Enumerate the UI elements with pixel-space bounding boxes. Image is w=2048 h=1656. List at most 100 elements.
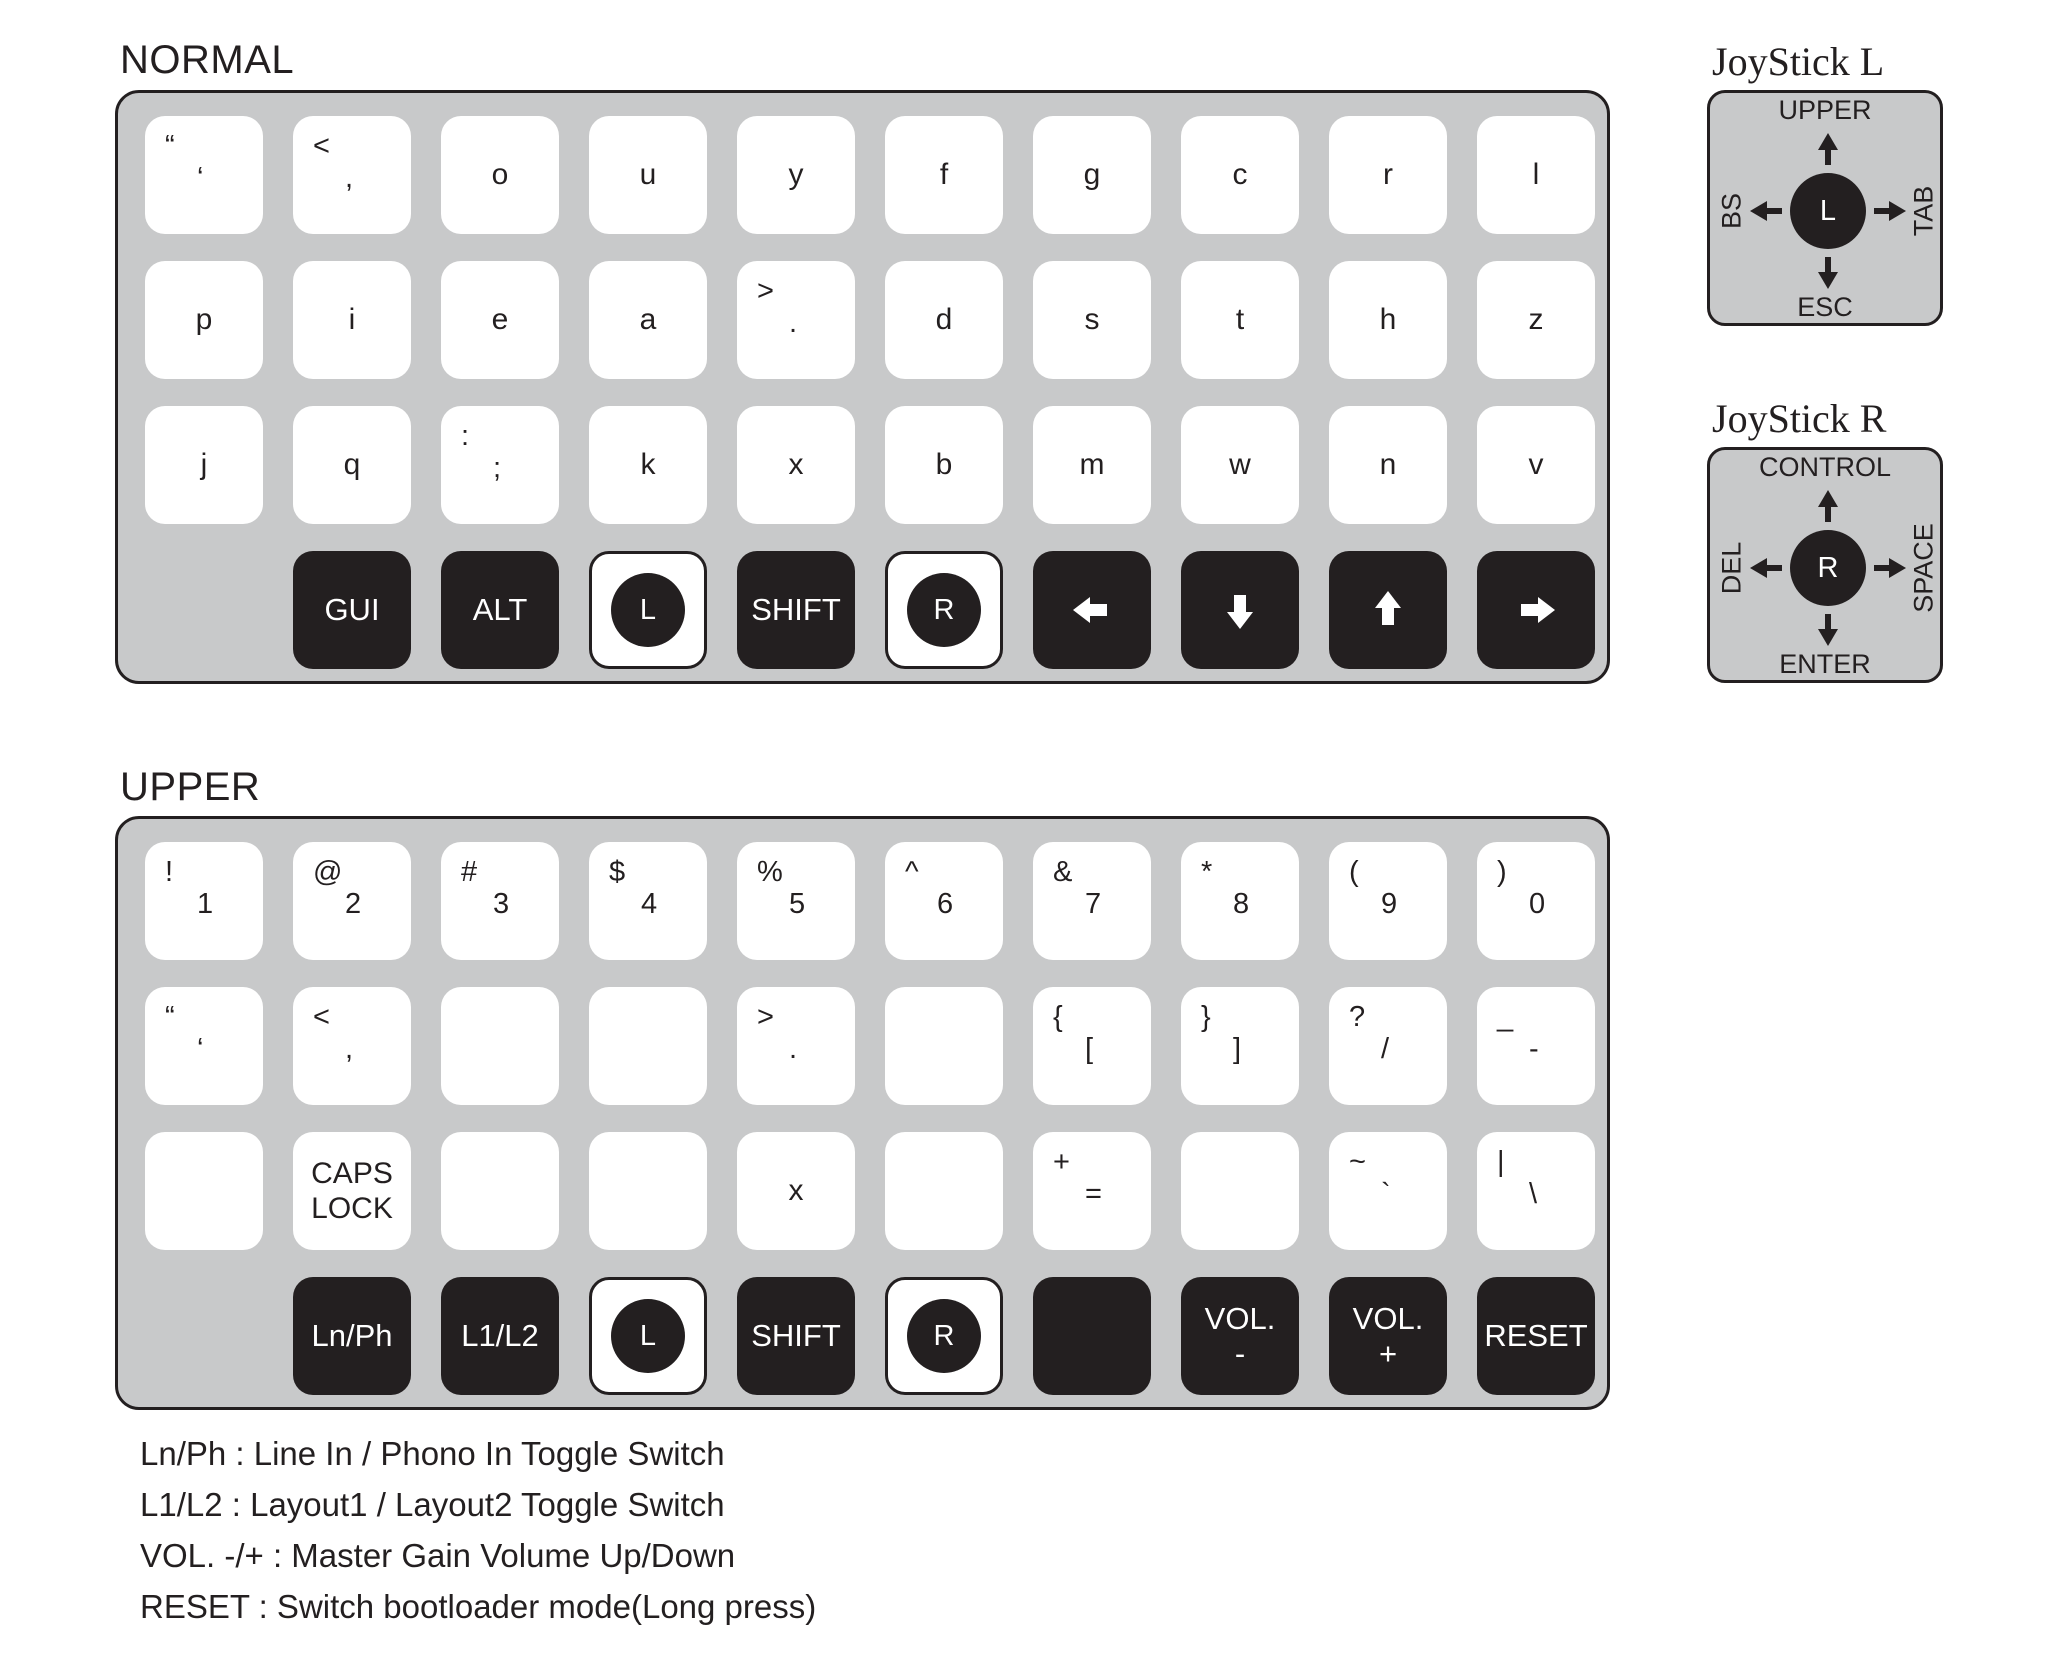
upper-key[interactable]: VOL. - xyxy=(1181,1277,1299,1395)
upper-key[interactable]: % 5 xyxy=(737,842,855,960)
key-label: t xyxy=(1235,303,1245,336)
key-base-symbol: ‘ xyxy=(197,1033,204,1065)
joystick-l-right-label: TAB xyxy=(1908,185,1939,237)
key-label: r xyxy=(1383,158,1393,191)
normal-key[interactable]: o xyxy=(441,116,559,234)
upper-key[interactable] xyxy=(589,987,707,1105)
key-shift-symbol: ? xyxy=(1349,1001,1366,1033)
normal-key[interactable]: y xyxy=(737,116,855,234)
upper-key[interactable] xyxy=(1181,1132,1299,1250)
normal-key[interactable]: e xyxy=(441,261,559,379)
upper-key[interactable]: >. xyxy=(737,987,855,1105)
normal-key[interactable]: GUI xyxy=(293,551,411,669)
key-label: j xyxy=(200,448,208,481)
upper-key[interactable] xyxy=(589,1132,707,1250)
upper-key[interactable]: (9 xyxy=(1329,842,1447,960)
joystick-r-key[interactable]: R xyxy=(885,551,1003,669)
upper-key[interactable]: * 8 xyxy=(1181,842,1299,960)
upper-key[interactable] xyxy=(441,1132,559,1250)
joystick-l-key[interactable]: L xyxy=(589,551,707,669)
upper-key[interactable]: ~ ` xyxy=(1329,1132,1447,1250)
normal-key[interactable]: c xyxy=(1181,116,1299,234)
upper-key[interactable]: ? / xyxy=(1329,987,1447,1105)
normal-key[interactable]: ALT xyxy=(441,551,559,669)
upper-key[interactable]: + = xyxy=(1033,1132,1151,1250)
key-label: w xyxy=(1229,448,1251,481)
upper-key[interactable]: & 7 xyxy=(1033,842,1151,960)
key-label: d xyxy=(935,303,953,336)
upper-key[interactable] xyxy=(1033,1277,1151,1395)
normal-layer-title: NORMAL xyxy=(120,38,295,82)
normal-key[interactable]: f xyxy=(885,116,1003,234)
normal-key[interactable]: j xyxy=(145,406,263,524)
normal-key[interactable]: :; xyxy=(441,406,559,524)
key-base-symbol: 0 xyxy=(1529,888,1546,920)
joystick-l-key[interactable]: L xyxy=(589,1277,707,1395)
joystick-r-key[interactable]: R xyxy=(885,1277,1003,1395)
key-label: g xyxy=(1083,158,1101,191)
normal-key[interactable]: s xyxy=(1033,261,1151,379)
key-shift-symbol: “ xyxy=(165,130,175,162)
upper-key[interactable]: ! 1 xyxy=(145,842,263,960)
key-label: GUI xyxy=(324,592,380,627)
key-shift-symbol: > xyxy=(757,275,774,307)
upper-key[interactable]: Ln/Ph xyxy=(293,1277,411,1395)
normal-key[interactable]: b xyxy=(885,406,1003,524)
normal-key[interactable]: q xyxy=(293,406,411,524)
upper-key[interactable]: <, xyxy=(293,987,411,1105)
normal-key[interactable]: d xyxy=(885,261,1003,379)
upper-key[interactable]: x xyxy=(737,1132,855,1250)
upper-key[interactable] xyxy=(885,1132,1003,1250)
upper-key[interactable]: CAPS LOCK xyxy=(293,1132,411,1250)
normal-key[interactable]: t xyxy=(1181,261,1299,379)
normal-key[interactable]: m xyxy=(1033,406,1151,524)
normal-key[interactable]: h xyxy=(1329,261,1447,379)
upper-key[interactable]: “‘ xyxy=(145,987,263,1105)
left-arrow-key[interactable] xyxy=(1033,551,1151,669)
joystick-l-panel: L UPPER ESC BS TAB xyxy=(1707,90,1943,326)
key-label: a xyxy=(639,303,657,336)
normal-key[interactable]: u xyxy=(589,116,707,234)
upper-key[interactable]: | \ xyxy=(1477,1132,1595,1250)
joystick-r-down-label: ENTER xyxy=(1779,649,1871,679)
up-arrow-key[interactable] xyxy=(1329,551,1447,669)
normal-key[interactable]: k xyxy=(589,406,707,524)
upper-key[interactable]: _ - xyxy=(1477,987,1595,1105)
normal-key[interactable]: SHIFT xyxy=(737,551,855,669)
upper-key[interactable]: SHIFT xyxy=(737,1277,855,1395)
upper-key[interactable]: L1/L2 xyxy=(441,1277,559,1395)
key-base-symbol: ` xyxy=(1381,1178,1391,1210)
key-base-symbol: 2 xyxy=(345,888,362,920)
upper-key[interactable] xyxy=(145,1132,263,1250)
upper-key[interactable]: $4 xyxy=(589,842,707,960)
normal-key[interactable]: g xyxy=(1033,116,1151,234)
normal-key[interactable]: z xyxy=(1477,261,1595,379)
normal-key[interactable]: r xyxy=(1329,116,1447,234)
normal-key[interactable]: “‘ xyxy=(145,116,263,234)
normal-key[interactable]: x xyxy=(737,406,855,524)
upper-key[interactable]: }] xyxy=(1181,987,1299,1105)
upper-key[interactable] xyxy=(885,987,1003,1105)
upper-key[interactable]: VOL. + xyxy=(1329,1277,1447,1395)
upper-key[interactable]: {[ xyxy=(1033,987,1151,1105)
normal-key[interactable]: p xyxy=(145,261,263,379)
legend-line: RESET : Switch bootloader mode(Long pres… xyxy=(140,1588,817,1625)
upper-key[interactable]: ^ 6 xyxy=(885,842,1003,960)
key-label: n xyxy=(1379,448,1397,481)
normal-key[interactable]: w xyxy=(1181,406,1299,524)
upper-key[interactable]: @2 xyxy=(293,842,411,960)
normal-key[interactable]: >. xyxy=(737,261,855,379)
normal-key[interactable]: <, xyxy=(293,116,411,234)
upper-key[interactable]: RESET xyxy=(1477,1277,1595,1395)
right-arrow-key[interactable] xyxy=(1477,551,1595,669)
normal-key[interactable]: a xyxy=(589,261,707,379)
down-arrow-key[interactable] xyxy=(1181,551,1299,669)
upper-key[interactable]: #3 xyxy=(441,842,559,960)
upper-key[interactable] xyxy=(441,987,559,1105)
normal-key[interactable]: n xyxy=(1329,406,1447,524)
joystick-knob-icon: L xyxy=(611,1299,685,1373)
upper-key[interactable]: ) 0 xyxy=(1477,842,1595,960)
normal-key[interactable]: v xyxy=(1477,406,1595,524)
normal-key[interactable]: l xyxy=(1477,116,1595,234)
normal-key[interactable]: i xyxy=(293,261,411,379)
